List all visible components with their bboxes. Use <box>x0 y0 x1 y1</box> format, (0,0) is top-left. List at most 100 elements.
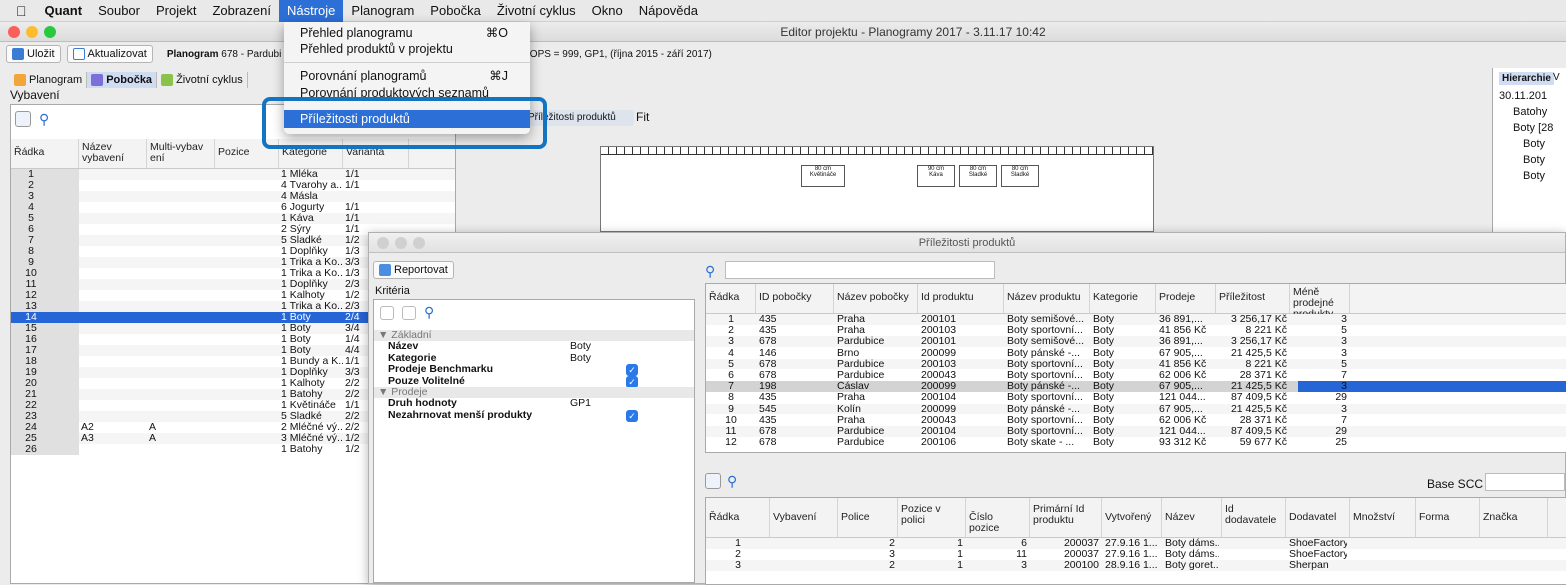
tree-item-date[interactable]: 30.11.201 <box>1499 90 1547 102</box>
checkbox-checked-icon[interactable]: ✓ <box>626 375 638 388</box>
col-header[interactable]: Prodeje <box>1156 284 1216 313</box>
col-header[interactable]: Název <box>1162 498 1222 537</box>
cell-kat: 1 Kalhoty <box>281 378 325 389</box>
criteria-search-icon[interactable]: ⚲ <box>424 304 434 321</box>
table-row[interactable]: 10 435 Praha 200043 Boty sportovní... Boty 62 … <box>706 414 1566 426</box>
table-row[interactable]: 3 678 Pardubice 200101 Boty semišové... Boty 3… <box>706 336 1566 347</box>
table-row[interactable]: 2 435 Praha 200103 Boty sportovní... Boty 41 8… <box>706 325 1566 336</box>
results-search-icon[interactable]: ⚲ <box>705 263 715 280</box>
shelf-kvetinace[interactable]: 80 cm Květináče <box>801 165 845 187</box>
app-menu[interactable]: Quant <box>37 0 91 22</box>
table-row[interactable]: 1 1 Mléka 1/1 <box>11 169 455 180</box>
lifecycle-icon <box>161 74 174 86</box>
col-header[interactable]: Značka <box>1480 498 1548 537</box>
cell: Pardubice <box>837 370 885 381</box>
report-button[interactable]: Reportovat <box>373 261 454 279</box>
col-header[interactable]: ID pobočky <box>756 284 834 313</box>
col-header[interactable]: Police <box>838 498 898 537</box>
col-header[interactable]: Dodavatel <box>1286 498 1350 537</box>
search-icon[interactable]: ⚲ <box>39 111 49 128</box>
tab-hierarchie[interactable]: Hierarchie <box>1499 72 1554 85</box>
menu-pobocka[interactable]: Pobočka <box>422 0 489 22</box>
table-row[interactable]: 2 4 Tvarohy a... 1/1 <box>11 180 455 191</box>
tree-item-boty-1[interactable]: Boty <box>1523 138 1545 150</box>
results-search-input[interactable] <box>725 261 995 279</box>
col-header[interactable]: Id dodavatele <box>1222 498 1286 537</box>
col-header[interactable]: Primární Id produktu <box>1030 498 1102 537</box>
shelf-kava[interactable]: 90 cm Káva <box>917 165 955 187</box>
menu-nastroje[interactable]: Nástroje <box>279 0 344 22</box>
tab-planogram[interactable]: Planogram <box>10 72 88 88</box>
col-header[interactable]: Název pobočky <box>834 284 918 313</box>
table-row[interactable]: 6 678 Pardubice 200043 Boty sportovní... Boty… <box>706 370 1566 381</box>
menu-napoveda[interactable]: Nápověda <box>631 0 706 22</box>
menu-zivotni-cyklus[interactable]: Životní cyklus <box>489 0 584 22</box>
checkbox-checked-icon[interactable]: ✓ <box>626 364 638 376</box>
col-header[interactable]: Pozice v polici <box>898 498 966 537</box>
col-radka[interactable]: Řádka <box>11 139 79 168</box>
col-header[interactable]: Forma <box>1416 498 1480 537</box>
tab-pobocka[interactable]: Pobočka <box>87 72 158 88</box>
shelf-sladke-2[interactable]: 80 cm Sladké <box>1001 165 1039 187</box>
table-row[interactable]: 3 4 Másla <box>11 191 455 202</box>
col-header[interactable]: Méně prodejné produkty <box>1290 284 1350 320</box>
table-row[interactable]: 4 6 Jogurty 1/1 <box>11 202 455 213</box>
col-header[interactable]: Příležitost <box>1216 284 1290 313</box>
tab-zivotni-cyklus[interactable]: Životní cyklus <box>157 72 248 88</box>
menu-planogram[interactable]: Planogram <box>343 0 422 22</box>
filter-icon[interactable] <box>15 111 31 127</box>
menu-projekt[interactable]: Projekt <box>148 0 204 22</box>
col-nazev-vybaveni[interactable]: Název vybavení <box>79 139 147 168</box>
table-row[interactable]: 1 2 1 6 200037 27.9.16 1... Boty dáms... ShoeFa… <box>706 538 1566 549</box>
col-header[interactable]: Řádka <box>706 284 756 313</box>
save-button[interactable]: Uložit <box>6 45 61 63</box>
table-row[interactable]: 1 435 Praha 200101 Boty semišové... Boty 36 89… <box>706 314 1566 325</box>
col-header[interactable]: Číslo pozice <box>966 498 1030 537</box>
table-row[interactable]: 5 678 Pardubice 200103 Boty sportovní... Boty… <box>706 358 1566 370</box>
tab-v[interactable]: V <box>1553 72 1560 83</box>
criteria-value[interactable]: GP1 <box>570 398 591 409</box>
apple-menu-icon[interactable]:  <box>0 0 37 22</box>
menu-item-porovnani-planogramu[interactable]: Porovnání planogramů ⌘J <box>284 67 530 85</box>
products-table: Řádka Vybavení Police Pozice v polici Číslo … <box>705 497 1566 585</box>
cell: 7 <box>1341 370 1347 381</box>
copy-icon[interactable] <box>380 306 394 320</box>
criteria-group[interactable]: ▼ Základní <box>374 330 694 341</box>
menu-soubor[interactable]: Soubor <box>90 0 148 22</box>
col-header[interactable]: Id produktu <box>918 284 1004 313</box>
col-header[interactable]: Vytvořený <box>1102 498 1162 537</box>
tree-item-boty-2[interactable]: Boty <box>1523 154 1545 166</box>
base-scc-input[interactable] <box>1485 473 1565 491</box>
fit-button[interactable]: Fit <box>636 110 649 124</box>
col-header[interactable]: Kategorie <box>1090 284 1156 313</box>
criteria-value[interactable]: Boty <box>570 341 591 352</box>
bottom-filter-icon[interactable] <box>705 473 721 489</box>
checkbox-checked-icon[interactable]: ✓ <box>626 409 638 422</box>
tree-item-boty-3[interactable]: Boty <box>1523 170 1545 182</box>
refresh-button[interactable]: Aktualizovat <box>66 45 153 63</box>
col-header[interactable]: Název produktu <box>1004 284 1090 313</box>
table-row[interactable]: 2 3 1 11 200037 27.9.16 1... Boty dáms... ShoeF… <box>706 549 1566 560</box>
tree-item-batohy[interactable]: Batohy <box>1513 106 1547 118</box>
table-row[interactable]: 5 1 Káva 1/1 <box>11 213 455 224</box>
window-titlebar: Editor projektu - Planogramy 2017 - 3.11… <box>0 22 1566 42</box>
menu-zobrazeni[interactable]: Zobrazení <box>204 0 279 22</box>
col-header[interactable]: Množství <box>1350 498 1416 537</box>
col-header[interactable]: Řádka <box>706 498 770 537</box>
clipboard-icon[interactable] <box>402 306 416 320</box>
col-header[interactable]: Vybavení <box>770 498 838 537</box>
table-row[interactable]: 3 2 1 3 200100 28.9.16 1... Boty goret... Sherp… <box>706 560 1566 571</box>
table-row[interactable]: 9 545 Kolín 200099 Boty pánské -... Boty 67 90… <box>706 403 1566 415</box>
table-row[interactable]: 4 146 Brno 200099 Boty pánské -... Boty 67 905… <box>706 347 1566 359</box>
table-row[interactable]: 12 678 Pardubice 200106 Boty skate - ... Boty… <box>706 437 1566 448</box>
menu-okno[interactable]: Okno <box>584 0 631 22</box>
criteria-value[interactable]: Boty <box>570 352 591 364</box>
table-row[interactable]: 7 198 Čáslav 200099 Boty pánské -... Boty 67 9… <box>706 381 1566 393</box>
bottom-search-icon[interactable]: ⚲ <box>727 473 737 490</box>
table-row[interactable]: 8 435 Praha 200104 Boty sportovní... Boty 121 … <box>706 392 1566 403</box>
shelf-sladke-1[interactable]: 80 cm Sladké <box>959 165 997 187</box>
col-multi-vybaveni[interactable]: Multi-vybav ení <box>147 139 215 168</box>
table-row[interactable]: 11 678 Pardubice 200104 Boty sportovní... Bot… <box>706 426 1566 437</box>
menu-item-prehled-produktu[interactable]: Přehled produktů v projektu <box>284 40 530 58</box>
tree-item-boty[interactable]: Boty [28 <box>1513 122 1553 134</box>
